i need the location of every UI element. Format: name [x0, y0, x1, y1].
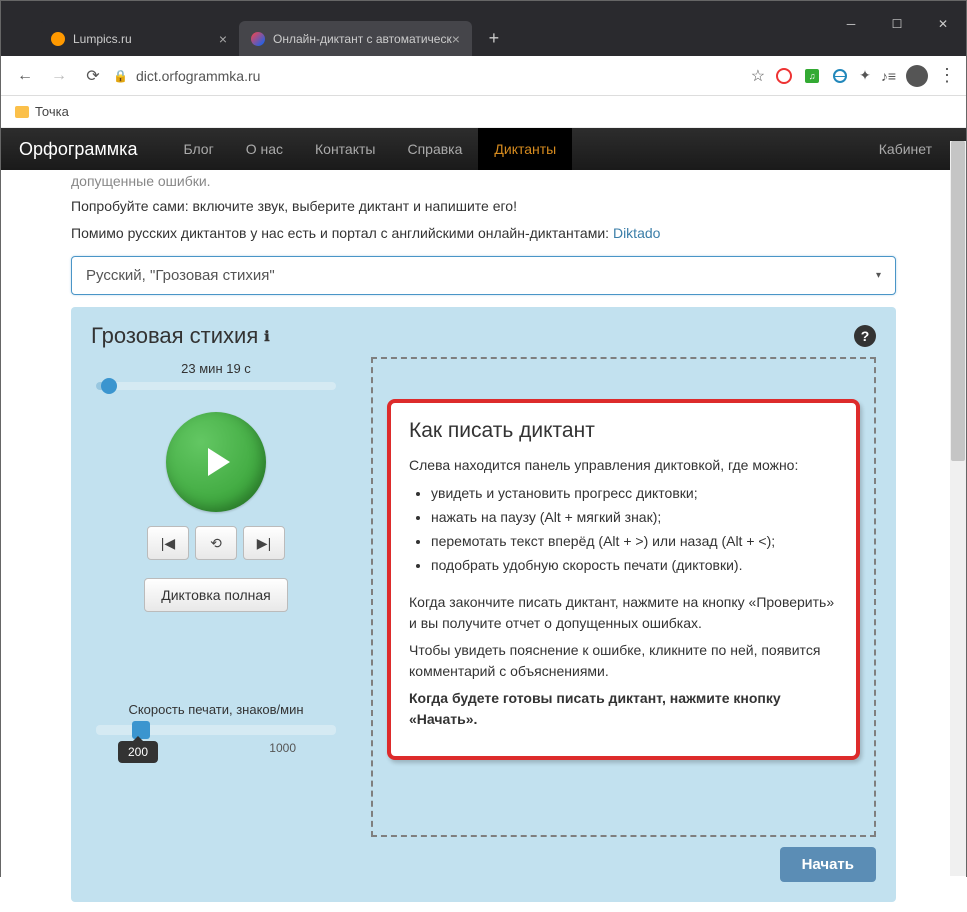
intro-line: Помимо русских диктантов у нас есть и по…: [71, 223, 896, 244]
nav-help[interactable]: Справка: [391, 128, 478, 170]
opera-icon[interactable]: [775, 67, 793, 85]
bookmarks-bar: Точка: [1, 96, 966, 128]
text-column: Как писать диктант Слева находится панел…: [371, 357, 876, 882]
site-navbar: Орфограммка Блог О нас Контакты Справка …: [1, 128, 966, 170]
vertical-scrollbar[interactable]: [950, 141, 966, 876]
close-icon[interactable]: ×: [452, 31, 460, 47]
maximize-button[interactable]: ☐: [874, 8, 920, 40]
url-text: dict.orfogrammka.ru: [136, 68, 260, 84]
music-note-icon[interactable]: ♪≡: [881, 68, 896, 84]
dictation-text-area[interactable]: Как писать диктант Слева находится панел…: [371, 357, 876, 837]
nav-cabinet[interactable]: Кабинет: [863, 128, 948, 170]
logo[interactable]: Орфограммка: [19, 139, 137, 160]
select-value: Русский, "Грозовая стихия": [86, 267, 275, 284]
close-button[interactable]: ✕: [920, 8, 966, 40]
howto-para: Чтобы увидеть пояснение к ошибке, кликни…: [409, 640, 838, 682]
nav-blog[interactable]: Блог: [167, 128, 229, 170]
howto-item: нажать на паузу (Alt + мягкий знак);: [431, 506, 838, 529]
tab-orfogrammka[interactable]: Онлайн-диктант с автоматическ ×: [239, 21, 472, 56]
main-content: допущенные ошибки. Попробуйте сами: вклю…: [1, 172, 966, 912]
music-ext-icon[interactable]: ♫: [803, 67, 821, 85]
address-field[interactable]: 🔒 dict.orfogrammka.ru: [113, 68, 745, 84]
new-tab-button[interactable]: +: [480, 24, 508, 52]
dictation-mode-button[interactable]: Диктовка полная: [144, 578, 288, 612]
bookmark-star-icon[interactable]: ☆: [751, 66, 765, 86]
howto-list: увидеть и установить прогресс диктовки; …: [431, 482, 838, 577]
window-controls: ─ ☐ ✕: [828, 8, 966, 40]
next-button[interactable]: ▶|: [243, 526, 285, 560]
scroll-thumb[interactable]: [951, 141, 965, 461]
profile-avatar[interactable]: [906, 65, 928, 87]
howto-item: перемотать текст вперёд (Alt + >) или на…: [431, 530, 838, 553]
speed-slider[interactable]: 200: [96, 725, 336, 735]
dictant-panel: Грозовая стихия ℹ ? 23 мин 19 с |◀: [71, 307, 896, 902]
chevron-down-icon: ▾: [876, 270, 881, 281]
help-icon[interactable]: ?: [854, 325, 876, 347]
speed-max: 1000: [269, 741, 296, 755]
dictant-select[interactable]: Русский, "Грозовая стихия" ▾: [71, 256, 896, 295]
howto-item: подобрать удобную скорость печати (дикто…: [431, 554, 838, 577]
play-button[interactable]: [166, 412, 266, 512]
tab-lumpics[interactable]: Lumpics.ru ×: [39, 21, 239, 56]
bookmark-item[interactable]: Точка: [15, 104, 69, 119]
tab-title: Lumpics.ru: [73, 32, 132, 46]
speed-label: Скорость печати, знаков/мин: [128, 702, 303, 717]
info-icon[interactable]: ℹ: [264, 328, 269, 345]
speed-tooltip: 200: [118, 741, 158, 763]
howto-para-bold: Когда будете готовы писать диктант, нажм…: [409, 688, 838, 730]
diktado-link[interactable]: Diktado: [613, 225, 660, 241]
howto-para: Когда закончите писать диктант, нажмите …: [409, 592, 838, 634]
intro-prev-line: допущенные ошибки.: [71, 172, 896, 190]
progress-thumb[interactable]: [101, 378, 117, 394]
panel-header: Грозовая стихия ℹ ?: [91, 323, 876, 349]
progress-slider[interactable]: [96, 382, 336, 390]
duration-label: 23 мин 19 с: [181, 361, 251, 376]
bookmark-label: Точка: [35, 104, 69, 119]
prev-button[interactable]: |◀: [147, 526, 189, 560]
globe-icon[interactable]: [831, 67, 849, 85]
lock-icon: 🔒: [113, 69, 128, 83]
howto-item: увидеть и установить прогресс диктовки;: [431, 482, 838, 505]
nav-dictants[interactable]: Диктанты: [478, 128, 572, 170]
menu-icon[interactable]: ⋮: [938, 65, 956, 86]
panel-title: Грозовая стихия: [91, 323, 258, 349]
extensions-icon[interactable]: ✦: [859, 67, 871, 84]
howto-callout: Как писать диктант Слева находится панел…: [387, 399, 860, 759]
nav-about[interactable]: О нас: [230, 128, 299, 170]
howto-para: Слева находится панель управления диктов…: [409, 455, 838, 476]
favicon-icon: [51, 32, 65, 46]
forward-button[interactable]: →: [45, 62, 73, 90]
address-bar: ← → ⟳ 🔒 dict.orfogrammka.ru ☆ ♫ ✦ ♪≡ ⋮: [1, 56, 966, 96]
player-column: 23 мин 19 с |◀ ⟲ ▶| Диктовка полная Ск: [91, 357, 341, 882]
close-icon[interactable]: ×: [219, 31, 227, 47]
page-content: Орфограммка Блог О нас Контакты Справка …: [1, 128, 966, 912]
repeat-button[interactable]: ⟲: [195, 526, 237, 560]
reload-button[interactable]: ⟳: [79, 62, 107, 90]
nav-contacts[interactable]: Контакты: [299, 128, 391, 170]
favicon-icon: [251, 32, 265, 46]
intro-line: Попробуйте сами: включите звук, выберите…: [71, 196, 896, 217]
titlebar: Lumpics.ru × Онлайн-диктант с автоматиче…: [1, 1, 966, 56]
howto-title: Как писать диктант: [409, 419, 838, 443]
tab-title: Онлайн-диктант с автоматическ: [273, 32, 452, 46]
folder-icon: [15, 106, 29, 118]
minimize-button[interactable]: ─: [828, 8, 874, 40]
back-button[interactable]: ←: [11, 62, 39, 90]
player-controls: |◀ ⟲ ▶|: [147, 526, 285, 560]
play-icon: [196, 442, 236, 482]
